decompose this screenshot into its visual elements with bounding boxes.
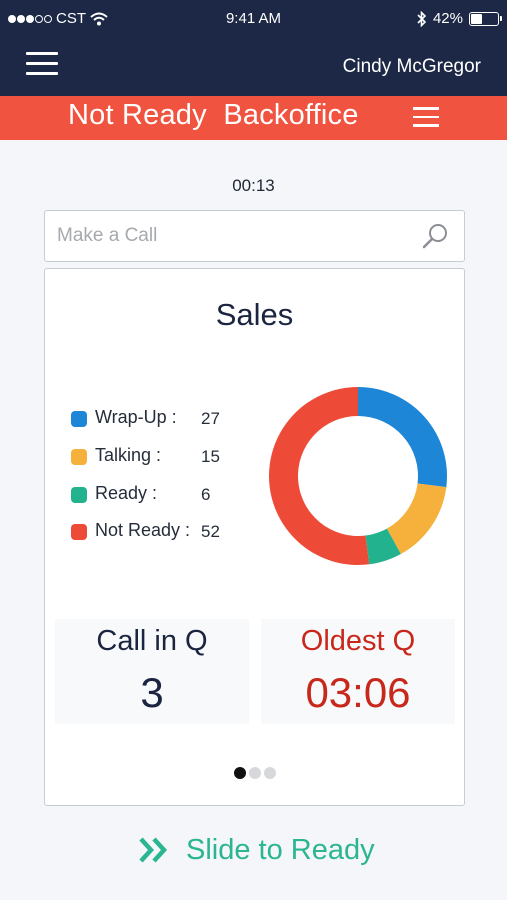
double-chevron-right-icon xyxy=(139,837,168,863)
legend-item-ready: Ready : 6 xyxy=(69,483,269,507)
agent-state-bar[interactable]: Not Ready Backoffice xyxy=(0,96,507,140)
legend-label: Talking : xyxy=(95,445,162,465)
legend-label: Not Ready : xyxy=(95,520,191,540)
page-dot[interactable] xyxy=(248,767,261,779)
status-bar: CST 9:41 AM 42% xyxy=(0,0,507,38)
legend-swatch xyxy=(71,487,87,503)
legend-swatch xyxy=(71,524,87,540)
make-call-input[interactable] xyxy=(57,221,417,251)
legend-value: 6 xyxy=(201,485,211,504)
legend-item-talking: Talking : 15 xyxy=(69,445,269,469)
queue-card[interactable]: Sales Wrap-Up : 27 Talking : 15 Ready : … xyxy=(44,268,465,806)
oldest-queue-value: 03:06 xyxy=(305,669,411,716)
legend-swatch xyxy=(71,449,87,465)
donut-slice-wrap-up xyxy=(358,387,447,488)
call-in-queue-label: Call in Q xyxy=(96,625,208,657)
make-call-field[interactable] xyxy=(44,210,465,262)
app-header: CST 9:41 AM 42% Cindy McGregor xyxy=(0,0,507,96)
battery-icon xyxy=(469,11,502,26)
battery-fill xyxy=(471,13,482,24)
legend-item-wrap-up: Wrap-Up : 27 xyxy=(69,407,269,431)
call-in-queue-value: 3 xyxy=(140,669,164,716)
legend-swatch xyxy=(71,411,87,427)
queue-stats: Call in Q 3 Oldest Q 03:06 xyxy=(55,619,455,724)
donut-slice-talking xyxy=(386,483,447,554)
state-menu-icon[interactable] xyxy=(413,107,439,129)
donut-slice-not-ready xyxy=(268,387,370,565)
status-right: 42% xyxy=(417,10,502,27)
legend-item-not-ready: Not Ready : 52 xyxy=(69,520,269,544)
card-title: Sales xyxy=(215,297,294,332)
legend-value: 52 xyxy=(201,522,220,541)
state-timer: 00:13 xyxy=(232,176,275,195)
legend-value: 27 xyxy=(201,409,220,428)
legend-label: Wrap-Up : xyxy=(95,407,177,427)
page-indicator[interactable] xyxy=(45,767,464,779)
oldest-queue-label: Oldest Q xyxy=(300,625,416,657)
oldest-queue-panel: Oldest Q 03:06 xyxy=(261,619,455,724)
search-icon[interactable] xyxy=(422,222,450,250)
hamburger-menu-icon[interactable] xyxy=(26,52,58,76)
donut-chart xyxy=(268,387,447,565)
user-name[interactable]: Cindy McGregor xyxy=(343,56,481,78)
battery-percent: 42% xyxy=(432,10,463,27)
agent-state-label[interactable]: Not Ready Backoffice xyxy=(68,99,359,132)
page-dot[interactable] xyxy=(263,767,276,779)
legend-value: 15 xyxy=(201,447,220,466)
slide-to-ready-label: Slide to Ready xyxy=(186,833,375,866)
bluetooth-icon xyxy=(417,10,427,27)
call-in-queue-panel: Call in Q 3 xyxy=(55,619,249,724)
slide-to-ready[interactable]: Slide to Ready xyxy=(138,830,375,870)
legend-label: Ready : xyxy=(95,483,158,503)
page-dot[interactable] xyxy=(233,767,246,779)
